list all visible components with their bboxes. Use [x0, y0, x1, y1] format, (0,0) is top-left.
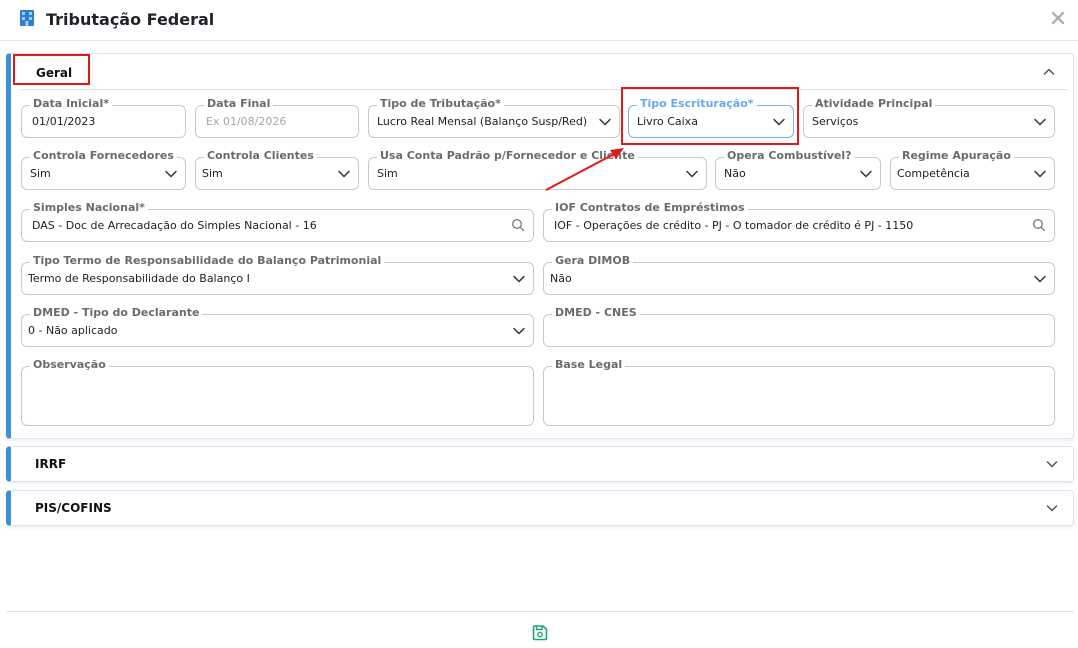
opera-combustivel-label: Opera Combustível? — [724, 149, 855, 163]
iof-contratos-field[interactable]: IOF Contratos de Empréstimos IOF - Opera… — [543, 201, 1055, 242]
tipo-tributacao-select[interactable]: Tipo de Tributação* Lucro Real Mensal (B… — [368, 97, 620, 138]
tributacao-federal-dialog: Tributação Federal Geral Data Inicial* 0… — [0, 0, 1078, 648]
controla-fornecedores-value: Sim — [30, 167, 51, 180]
chevron-down-icon[interactable] — [598, 115, 612, 129]
chevron-down-icon[interactable] — [685, 167, 699, 181]
tipo-tributacao-label: Tipo de Tributação* — [377, 97, 504, 111]
dialog-title: Tributação Federal — [46, 10, 215, 29]
gera-dimob-value: Não — [550, 272, 572, 285]
dmed-cnes-label: DMED - CNES — [552, 306, 640, 320]
chevron-down-icon[interactable] — [1045, 501, 1059, 515]
controla-fornecedores-select[interactable]: Controla Fornecedores Sim — [21, 149, 186, 190]
iof-contratos-value: IOF - Operações de crédito - PJ - O toma… — [554, 219, 914, 232]
dmed-tipo-select[interactable]: DMED - Tipo do Declarante 0 - Não aplica… — [21, 306, 534, 347]
iof-contratos-label: IOF Contratos de Empréstimos — [552, 201, 748, 215]
dmed-cnes-field[interactable]: DMED - CNES — [543, 306, 1055, 347]
tipo-termo-label: Tipo Termo de Responsabilidade do Balanç… — [30, 254, 385, 268]
chevron-down-icon[interactable] — [512, 324, 526, 338]
base-legal-label: Base Legal — [552, 358, 626, 372]
observacao-textarea[interactable]: Observação — [21, 358, 534, 426]
simples-nacional-value: DAS - Doc de Arrecadação do Simples Naci… — [32, 219, 317, 232]
section-pis-cofins[interactable]: PIS/COFINS — [6, 490, 1074, 526]
dmed-tipo-value: 0 - Não aplicado — [28, 324, 118, 337]
section-divider — [21, 89, 1068, 90]
highlight-arrow — [545, 148, 624, 191]
regime-apuracao-value: Competência — [897, 167, 970, 180]
base-legal-textarea[interactable]: Base Legal — [543, 358, 1055, 426]
chevron-down-icon[interactable] — [1033, 115, 1047, 129]
atividade-principal-select[interactable]: Atividade Principal Serviços — [803, 97, 1055, 138]
opera-combustivel-value: Não — [724, 167, 746, 180]
data-final-placeholder: Ex 01/08/2026 — [206, 115, 287, 128]
controla-fornecedores-label: Controla Fornecedores — [30, 149, 177, 163]
regime-apuracao-select[interactable]: Regime Apuração Competência — [890, 149, 1055, 190]
regime-apuracao-label: Regime Apuração — [899, 149, 1014, 163]
usa-conta-padrao-value: Sim — [377, 167, 398, 180]
section-irrf[interactable]: IRRF — [6, 446, 1074, 482]
data-inicial-field[interactable]: Data Inicial* 01/01/2023 — [21, 97, 186, 138]
atividade-principal-value: Serviços — [812, 115, 859, 128]
chevron-down-icon[interactable] — [1033, 272, 1047, 286]
section-irrf-title[interactable]: IRRF — [35, 457, 66, 471]
usa-conta-padrao-select[interactable]: Usa Conta Padrão p/Fornecedor e Cliente … — [368, 149, 707, 190]
footer-divider — [6, 611, 1074, 612]
save-icon[interactable] — [530, 623, 550, 643]
chevron-down-icon[interactable] — [164, 167, 178, 181]
tipo-termo-value: Termo de Responsabilidade do Balanço I — [28, 272, 250, 285]
controla-clientes-value: Sim — [202, 167, 223, 180]
section-geral-title[interactable]: Geral — [36, 66, 72, 80]
building-icon — [20, 10, 34, 26]
gera-dimob-select[interactable]: Gera DIMOB Não — [543, 254, 1055, 295]
chevron-up-icon[interactable] — [1042, 65, 1056, 79]
chevron-down-icon[interactable] — [772, 115, 786, 129]
dmed-tipo-label: DMED - Tipo do Declarante — [30, 306, 203, 320]
atividade-principal-label: Atividade Principal — [812, 97, 936, 111]
chevron-down-icon[interactable] — [512, 272, 526, 286]
controla-clientes-label: Controla Clientes — [204, 149, 317, 163]
section-pis-cofins-title[interactable]: PIS/COFINS — [35, 501, 112, 515]
chevron-down-icon[interactable] — [337, 167, 351, 181]
simples-nacional-field[interactable]: Simples Nacional* DAS - Doc de Arrecadaç… — [21, 201, 534, 242]
opera-combustivel-select[interactable]: Opera Combustível? Não — [715, 149, 881, 190]
tipo-escrituracao-label: Tipo Escrituração* — [637, 97, 757, 111]
search-icon[interactable] — [1032, 218, 1046, 232]
tipo-escrituracao-select[interactable]: Tipo Escrituração* Livro Caixa — [628, 97, 794, 138]
data-final-field[interactable]: Data Final Ex 01/08/2026 — [195, 97, 359, 138]
tipo-termo-select[interactable]: Tipo Termo de Responsabilidade do Balanç… — [21, 254, 534, 295]
data-inicial-label: Data Inicial* — [30, 97, 112, 111]
data-final-label: Data Final — [204, 97, 274, 111]
close-icon[interactable] — [1050, 10, 1066, 26]
gera-dimob-label: Gera DIMOB — [552, 254, 634, 268]
chevron-down-icon[interactable] — [1033, 167, 1047, 181]
data-inicial-value: 01/01/2023 — [32, 115, 96, 128]
chevron-down-icon[interactable] — [1045, 457, 1059, 471]
search-icon[interactable] — [511, 218, 525, 232]
observacao-label: Observação — [30, 358, 109, 372]
chevron-down-icon[interactable] — [859, 167, 873, 181]
controla-clientes-select[interactable]: Controla Clientes Sim — [195, 149, 359, 190]
simples-nacional-label: Simples Nacional* — [30, 201, 148, 215]
tipo-tributacao-value: Lucro Real Mensal (Balanço Susp/Red) — [377, 115, 588, 128]
tipo-escrituracao-value: Livro Caixa — [637, 115, 698, 128]
dialog-header: Tributação Federal — [0, 0, 1078, 41]
